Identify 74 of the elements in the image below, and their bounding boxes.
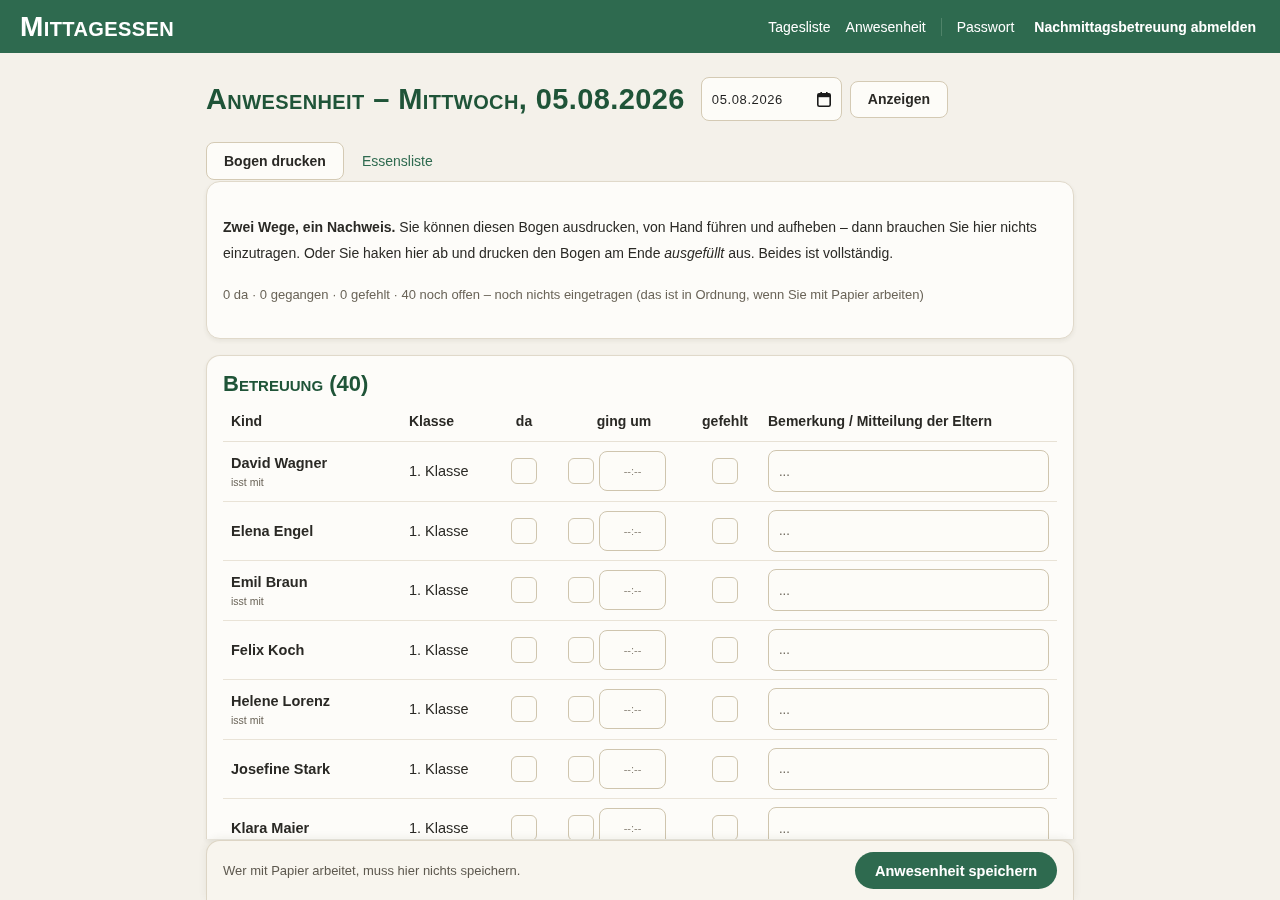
column-header: Klasse [409,413,455,429]
left-checkbox[interactable] [568,458,594,485]
absent-checkbox[interactable] [712,577,738,604]
time-field[interactable]: --:-- [599,808,666,839]
present-checkbox[interactable] [511,577,537,604]
absent-checkbox[interactable] [712,696,738,723]
child-name: Felix Koch [231,641,305,658]
child-name: David Wagner [231,454,328,471]
app-logo[interactable]: Mittagessen [20,11,175,42]
child-name: Josefine Stark [231,760,331,777]
present-checkbox[interactable] [511,815,537,839]
left-checkbox[interactable] [568,815,594,839]
child-name: Elena Engel [231,522,314,539]
absent-checkbox[interactable] [712,636,738,663]
stats-text: 0 da · 0 gegangen · 0 gefehlt · 40 noch offen – noch nichts eingetragen (das ist in Ordnung, wenn Sie mit Papier arbeiten) [223,286,925,304]
left-checkbox[interactable] [568,517,594,544]
child-name: Helene Lorenz [231,692,331,709]
save-hint: Wer mit Papier arbeitet, muss hier nichts speichern. [223,863,521,878]
class-name: 1. Klasse [409,522,469,539]
left-checkbox[interactable] [568,636,594,663]
class-name: 1. Klasse [409,820,469,837]
remark-field[interactable]: ... [768,509,1049,552]
time-field[interactable]: --:-- [599,510,666,551]
class-name: 1. Klasse [409,582,469,599]
remark-field[interactable]: ... [768,747,1049,790]
date-field[interactable]: 05.08.2026 [700,77,842,121]
left-checkbox[interactable] [568,755,594,782]
logout-link[interactable]: Nachmittagsbetreuung abmelden [1034,18,1256,35]
present-checkbox[interactable] [511,755,537,782]
time-field[interactable]: --:-- [599,629,666,670]
present-checkbox[interactable] [511,517,537,544]
remark-field[interactable]: ... [768,628,1049,671]
class-name: 1. Klasse [409,701,469,718]
column-header: Kind [231,413,263,429]
tab[interactable]: Essensliste [343,142,451,180]
nav-link[interactable]: Tagesliste [768,18,831,35]
child-name: Emil Braun [231,573,308,590]
page-title: Anwesenheit – Mittwoch, 05.08.2026 [206,82,685,116]
tab[interactable]: Bogen drucken [206,142,344,180]
time-field[interactable]: --:-- [599,689,666,730]
column-header: gefehlt [702,413,748,429]
remark-field[interactable]: ... [768,569,1049,612]
column-header: da [515,413,533,429]
nav-link[interactable]: Passwort [956,18,1015,35]
meal-note: isst mit [231,475,264,488]
save-button[interactable]: Anwesenheit speichern [855,852,1057,889]
remark-field[interactable]: ... [768,688,1049,731]
nav-link[interactable]: Anwesenheit [845,18,926,35]
left-checkbox[interactable] [568,577,594,604]
remark-field[interactable]: ... [768,450,1049,493]
intro-text: Zwei Wege, ein Nachweis. Sie können diesen Bogen ausdrucken, von Hand führen und aufheben – dann brauchen Sie hier nichts einzutragen. Oder Sie haken hier ab und drucken den Bogen am Ende ausgefüllt aus. Beides ist vollständig. [223,218,1038,263]
remark-field[interactable]: ... [768,807,1049,839]
time-field[interactable]: --:-- [599,748,666,789]
absent-checkbox[interactable] [712,517,738,544]
child-name: Klara Maier [231,820,310,837]
meal-note: isst mit [231,713,264,726]
time-field[interactable]: --:-- [599,570,666,611]
present-checkbox[interactable] [511,458,537,485]
present-checkbox[interactable] [511,696,537,723]
absent-checkbox[interactable] [712,458,738,485]
section-title: Betreuung (40) [223,371,370,397]
column-header: ging um [596,413,652,429]
class-name: 1. Klasse [409,463,469,480]
absent-checkbox[interactable] [712,815,738,839]
absent-checkbox[interactable] [712,755,738,782]
meal-note: isst mit [231,594,264,607]
time-field[interactable]: --:-- [599,451,666,492]
left-checkbox[interactable] [568,696,594,723]
calendar-icon[interactable] [816,92,831,107]
present-checkbox[interactable] [511,636,537,663]
class-name: 1. Klasse [409,760,469,777]
show-button[interactable]: Anzeigen [849,80,949,118]
class-name: 1. Klasse [409,641,469,658]
column-header: Bemerkung / Mitteilung der Eltern [768,413,993,429]
